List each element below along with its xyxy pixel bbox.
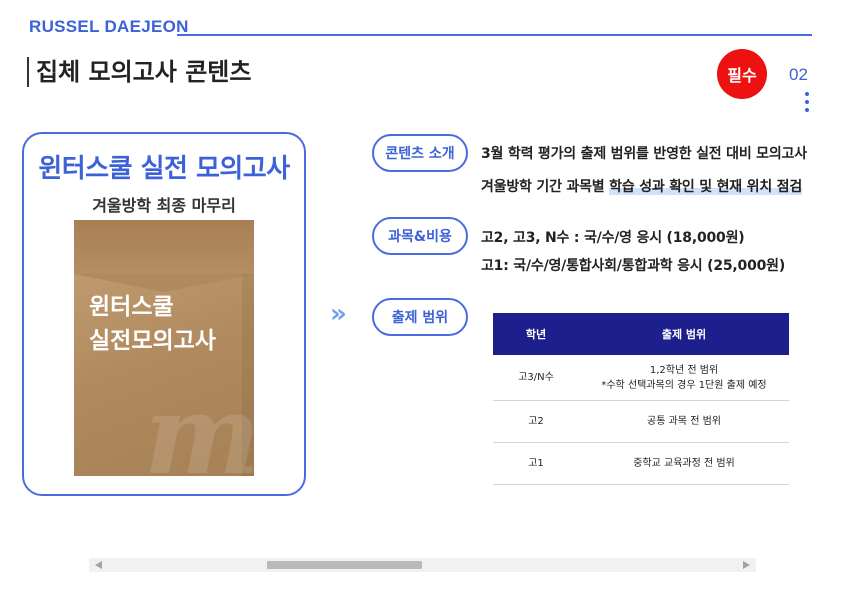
envelope-text: 윈터스쿨 실전모의고사	[89, 290, 216, 358]
header-divider	[177, 34, 812, 36]
table-cell-scope: 중학교 교육과정 전 범위	[579, 442, 789, 485]
double-chevron-right-icon: »	[330, 299, 347, 329]
envelope-line-1: 윈터스쿨	[89, 294, 174, 320]
table-row: 고3/N수 1,2학년 전 범위 *수학 선택과목의 경우 1단원 출제 예정	[493, 355, 789, 401]
table-cell-grade: 고2	[493, 400, 579, 443]
more-dots-icon[interactable]	[805, 92, 809, 116]
card-title: 윈터스쿨 실전 모의고사	[38, 154, 290, 184]
card-subtitle: 겨울방학 최종 마무리	[92, 196, 236, 215]
table-cell-scope: 1,2학년 전 범위 *수학 선택과목의 경우 1단원 출제 예정	[579, 355, 789, 401]
subjects-line-1: 고2, 고3, N수 : 국/수/영 응시 (18,000원)	[481, 230, 745, 246]
scope-table: 학년 출제 범위 고3/N수 1,2학년 전 범위 *수학 선택과목의 경우 1…	[493, 313, 789, 485]
brand-name: RUSSEL DAEJEON	[29, 17, 189, 36]
product-card: 윈터스쿨 실전 모의고사 겨울방학 최종 마무리 윈터스쿨 실전모의고사 m	[22, 132, 306, 496]
table-cell-grade: 고3/N수	[493, 355, 579, 401]
scroll-right-icon[interactable]	[743, 561, 750, 569]
subjects-label: 과목&비용	[372, 217, 468, 255]
table-row: 고2 공통 과목 전 범위	[493, 400, 789, 443]
scope-note: *수학 선택과목의 경우 1단원 출제 예정	[601, 379, 767, 391]
table-cell-grade: 고1	[493, 442, 579, 485]
scrollbar-thumb[interactable]	[267, 561, 422, 569]
intro-line-1: 3월 학력 평가의 출제 범위를 반영한 실전 대비 모의고사	[481, 146, 807, 162]
table-header-row: 학년 출제 범위	[493, 313, 789, 355]
page-number: 02	[789, 65, 808, 84]
envelope-image: 윈터스쿨 실전모의고사 m	[74, 220, 254, 476]
envelope-line-2: 실전모의고사	[89, 328, 216, 354]
required-badge: 필수	[717, 49, 767, 99]
horizontal-scrollbar[interactable]	[89, 558, 756, 572]
intro-label: 콘텐츠 소개	[372, 134, 468, 172]
scope-label: 출제 범위	[372, 298, 468, 336]
subjects-line-2: 고1: 국/수/영/통합사회/통합과학 응시 (25,000원)	[481, 258, 786, 274]
scroll-left-icon[interactable]	[95, 561, 102, 569]
scope-text: 1,2학년 전 범위	[649, 364, 719, 376]
table-cell-scope: 공통 과목 전 범위	[579, 400, 789, 443]
watermark-logo-icon: m	[144, 370, 254, 476]
page-title: 집체 모의고사 콘텐츠	[27, 57, 251, 87]
envelope-flap	[74, 220, 254, 292]
table-header-scope: 출제 범위	[579, 313, 789, 355]
table-row: 고1 중학교 교육과정 전 범위	[493, 442, 789, 485]
intro-line-2-plain: 겨울방학 기간 과목별	[481, 179, 610, 195]
intro-line-2: 겨울방학 기간 과목별 학습 성과 확인 및 현재 위치 점검	[481, 176, 802, 196]
table-header-grade: 학년	[493, 313, 579, 355]
intro-line-2-highlight: 학습 성과 확인 및 현재 위치 점검	[609, 179, 803, 195]
